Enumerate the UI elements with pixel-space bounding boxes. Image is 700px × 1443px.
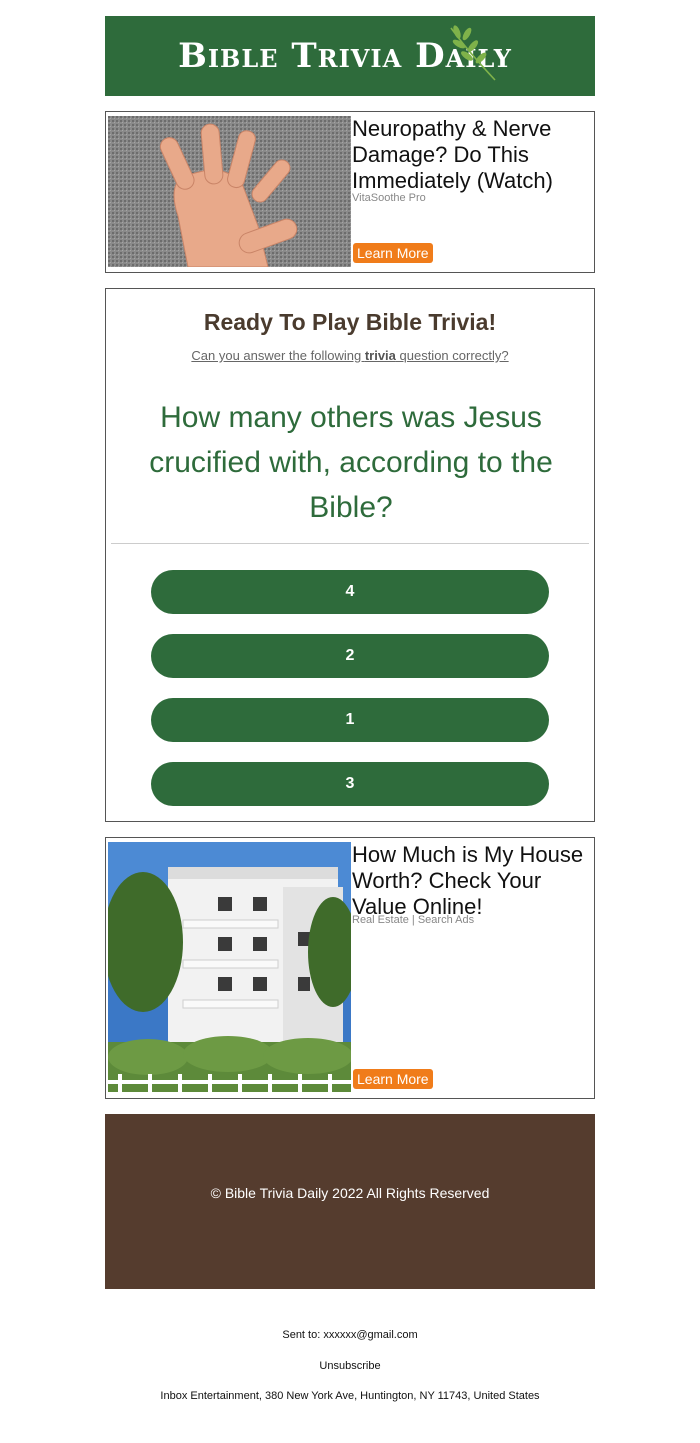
olive-branch-icon [450, 25, 496, 81]
company-address: Inbox Entertainment, 380 New York Ave, H… [160, 1390, 540, 1402]
ad-source: VitaSoothe Pro [352, 192, 426, 204]
ad-title[interactable]: How Much is My House Worth? Check Your V… [352, 842, 584, 920]
trivia-question: How many others was Jesus crucified with… [149, 401, 553, 524]
answer-button[interactable]: 3 [151, 762, 549, 806]
footer-banner: © Bible Trivia Daily 2022 All Rights Res… [105, 1114, 595, 1289]
unsubscribe-link[interactable]: Unsubscribe [0, 1360, 700, 1372]
trivia-card: Ready To Play Bible Trivia! Can you answ… [105, 288, 595, 822]
ad-card-house[interactable]: How Much is My House Worth? Check Your V… [105, 837, 595, 1099]
ad-image-house[interactable] [108, 842, 351, 1092]
ad-card-neuropathy[interactable]: Neuropathy & Nerve Damage? Do This Immed… [105, 111, 595, 273]
learn-more-button[interactable]: Learn More [353, 1069, 433, 1089]
ad-source: Real Estate | Search Ads [352, 914, 475, 926]
copyright-text: © Bible Trivia Daily 2022 All Rights Res… [210, 1184, 490, 1201]
header-banner[interactable]: Bible Trivia Daily [105, 16, 595, 96]
divider [111, 543, 589, 544]
ad-title[interactable]: Neuropathy & Nerve Damage? Do This Immed… [352, 116, 584, 194]
trivia-heading: Ready To Play Bible Trivia! [203, 309, 497, 335]
ad-image-hand[interactable] [108, 116, 351, 267]
answer-button[interactable]: 1 [151, 698, 549, 742]
trivia-subtitle[interactable]: Can you answer the following trivia ques… [106, 348, 594, 363]
learn-more-button[interactable]: Learn More [353, 243, 433, 263]
answer-button[interactable]: 2 [151, 634, 549, 678]
answer-button[interactable]: 4 [151, 570, 549, 614]
sent-to-text: Sent to: xxxxxx@gmail.com [282, 1329, 418, 1341]
